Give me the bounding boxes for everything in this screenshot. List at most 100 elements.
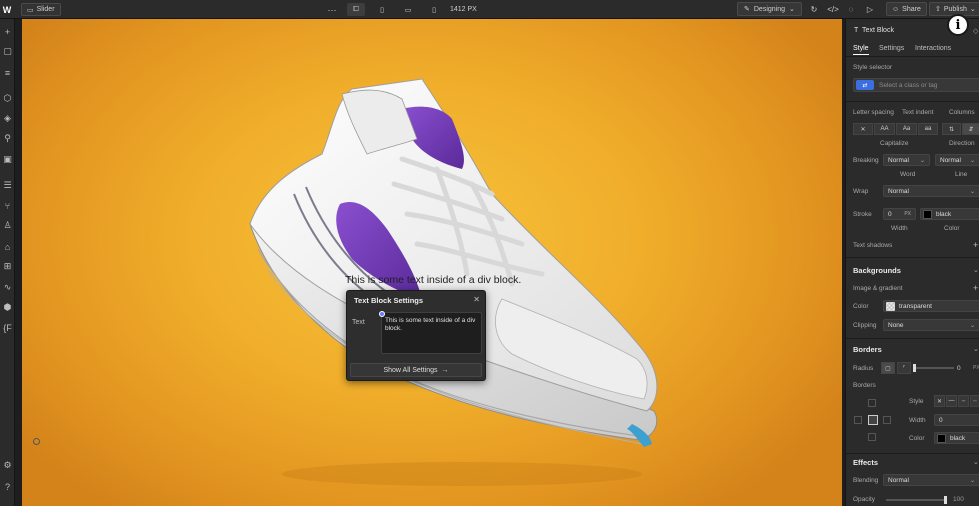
capitalize-caption: Capitalize xyxy=(880,140,909,147)
settings-icon[interactable]: ⚙ xyxy=(1,459,14,472)
text-indent-label: Text indent xyxy=(902,109,934,116)
case-none-button[interactable]: ✕ xyxy=(853,123,873,135)
page-icon[interactable]: ▢ xyxy=(1,45,14,58)
square-icon: ▢ xyxy=(885,365,891,372)
breaking-line-select[interactable]: Normal ⌄ xyxy=(935,154,979,166)
border-style-dashed-button[interactable]: ┄ xyxy=(958,395,969,407)
breaking-word-value: Normal xyxy=(888,156,909,164)
arrow-right-icon: → xyxy=(441,366,449,374)
style-selector-input[interactable]: ⇄ Select a class or tag xyxy=(853,78,979,92)
binding-dot-icon[interactable] xyxy=(379,311,385,317)
opacity-slider-handle[interactable] xyxy=(944,496,947,504)
breakpoint-tablet-button[interactable]: ▯ xyxy=(373,3,391,16)
border-style-dotted-button[interactable]: ┈ xyxy=(970,395,979,407)
tab-settings[interactable]: Settings xyxy=(879,45,904,52)
border-color-input[interactable]: black xyxy=(934,432,979,444)
variables-icon[interactable]: ⚲ xyxy=(1,132,14,145)
border-all-selector[interactable] xyxy=(868,415,878,425)
border-top-selector[interactable] xyxy=(868,399,876,407)
text-content-field[interactable]: This is some text inside of a div block. xyxy=(381,312,482,354)
add-text-shadow-plus-icon[interactable]: + xyxy=(973,240,978,250)
breakpoint-mobile-portrait-button[interactable]: ▯ xyxy=(425,3,443,16)
style-selector-label: Style selector xyxy=(853,64,893,71)
ecommerce-icon[interactable]: ⌂ xyxy=(1,240,14,253)
code-view-icon[interactable]: </> xyxy=(827,3,839,16)
blending-select[interactable]: Normal ⌄ xyxy=(883,474,979,486)
comments-icon[interactable]: ◌ xyxy=(845,3,857,16)
preview-play-icon[interactable]: ▷ xyxy=(864,3,876,16)
logic-icon[interactable]: ⑂ xyxy=(1,199,14,212)
design-canvas[interactable]: This is some text inside of a div block. xyxy=(22,19,842,506)
opacity-slider[interactable] xyxy=(886,499,946,501)
packages-icon[interactable]: ⬢ xyxy=(1,301,14,314)
stroke-color-value: black xyxy=(936,210,952,218)
tab-style[interactable]: Style xyxy=(853,45,869,55)
close-icon[interactable]: ✕ xyxy=(473,295,480,304)
columns-label: Columns xyxy=(949,109,975,116)
help-icon[interactable]: ? xyxy=(1,480,14,493)
chevron-down-icon[interactable]: ⌄ xyxy=(973,345,979,353)
stroke-width-input[interactable]: 0 PX xyxy=(883,208,916,220)
code-icon[interactable]: {F xyxy=(1,321,14,334)
border-width-input[interactable]: 0 xyxy=(934,414,979,426)
radius-value[interactable]: 0 xyxy=(957,365,961,372)
component-icon[interactable]: ◇ xyxy=(973,27,978,35)
show-all-settings-button[interactable]: Show All Settings → xyxy=(350,363,482,377)
page-selector[interactable]: ▭ Slider xyxy=(21,3,61,16)
chevron-down-icon[interactable]: ⌄ xyxy=(973,266,979,274)
components-icon[interactable]: ⬡ xyxy=(1,92,14,105)
opacity-value[interactable]: 100 xyxy=(953,496,964,503)
borders-section-title[interactable]: Borders xyxy=(853,345,882,354)
chevron-down-icon[interactable]: ⌄ xyxy=(973,458,979,466)
style-selector-placeholder: Select a class or tag xyxy=(879,81,938,89)
radius-all-button[interactable]: ▢ xyxy=(881,362,895,374)
direction-ltr-button[interactable]: ⇅ xyxy=(942,123,961,135)
effects-section-title[interactable]: Effects xyxy=(853,458,878,467)
breakpoint-desktop-button[interactable]: ⧠ xyxy=(347,3,365,16)
assets-icon[interactable]: ▣ xyxy=(1,153,14,166)
info-icon[interactable]: i xyxy=(947,14,969,36)
radius-individual-button[interactable]: ⌜ xyxy=(897,362,911,374)
wrap-select[interactable]: Normal ⌄ xyxy=(883,185,979,197)
breakpoint-mobile-landscape-button[interactable]: ▭ xyxy=(399,3,417,16)
share-button[interactable]: ☺ Share xyxy=(886,2,927,16)
cms-icon[interactable]: ☰ xyxy=(1,179,14,192)
radius-label: Radius xyxy=(853,365,874,372)
webflow-logo-icon[interactable]: W xyxy=(0,0,14,19)
case-uppercase-button[interactable]: AA xyxy=(874,123,895,135)
canvas-text-block[interactable]: This is some text inside of a div block. xyxy=(345,274,521,286)
clipping-value: None xyxy=(888,321,904,329)
mode-switcher[interactable]: ✎ Designing ⌄ xyxy=(737,2,802,16)
audit-icon[interactable]: ∿ xyxy=(1,281,14,294)
backgrounds-section-title[interactable]: Backgrounds xyxy=(853,266,901,275)
plus-icon[interactable]: + xyxy=(1,25,14,38)
users-icon[interactable]: ♙ xyxy=(1,219,14,232)
border-left-selector[interactable] xyxy=(854,416,862,424)
radius-slider[interactable] xyxy=(914,367,954,369)
border-style-none-button[interactable]: ✕ xyxy=(934,395,945,407)
refresh-icon[interactable]: ↻ xyxy=(808,3,820,16)
wrap-label: Wrap xyxy=(853,188,869,195)
case-lowercase-button[interactable]: aa xyxy=(918,123,938,135)
case-capitalize-button[interactable]: Aa xyxy=(896,123,917,135)
apps-icon[interactable]: ⊞ xyxy=(1,260,14,273)
direction-rtl-button[interactable]: ⇵ xyxy=(962,123,979,135)
stroke-color-input[interactable]: black xyxy=(920,208,979,220)
border-right-selector[interactable] xyxy=(883,416,891,424)
top-bar: W ▭ Slider ··· ⧠ ▯ ▭ ▯ 1412 PX ✎ Designi… xyxy=(0,0,979,19)
style-manager-icon[interactable]: ◈ xyxy=(1,112,14,125)
chevron-down-icon: ⌄ xyxy=(969,188,975,195)
show-all-settings-label: Show All Settings xyxy=(383,366,438,374)
clipping-select[interactable]: None ⌄ xyxy=(883,319,979,331)
breaking-word-select[interactable]: Normal ⌄ xyxy=(883,154,930,166)
border-color-value: black xyxy=(950,434,966,442)
border-bottom-selector[interactable] xyxy=(868,433,876,441)
border-style-label: Style xyxy=(909,398,924,405)
border-style-solid-button[interactable]: — xyxy=(946,395,957,407)
bg-color-input[interactable]: transparent xyxy=(883,300,979,312)
radius-slider-handle[interactable] xyxy=(913,364,916,372)
navigator-icon[interactable]: ≡ xyxy=(1,66,14,79)
tab-interactions[interactable]: Interactions xyxy=(915,45,951,52)
add-background-plus-icon[interactable]: + xyxy=(973,283,978,293)
more-menu-button[interactable]: ··· xyxy=(326,3,338,16)
